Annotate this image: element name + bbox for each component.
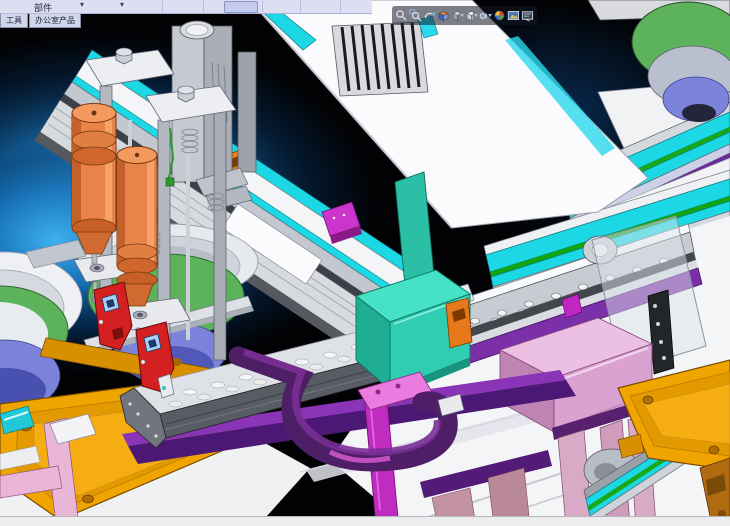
status-bar — [0, 516, 730, 526]
command-tabs: 工具 办公室产品 — [0, 13, 200, 27]
vented-cover[interactable] — [332, 16, 438, 96]
display-style-icon[interactable] — [465, 8, 478, 23]
toolbar-separator — [162, 1, 163, 12]
apply-scene-icon[interactable] — [507, 8, 520, 23]
dropdown-caret[interactable]: ▾ — [120, 0, 124, 9]
tab-office-products[interactable]: 办公室产品 — [29, 13, 81, 28]
toolbar-separator — [203, 1, 204, 12]
toolbar-separator — [340, 1, 341, 12]
section-view-icon[interactable] — [437, 8, 450, 23]
edit-appearance-icon[interactable] — [493, 8, 506, 23]
main-toolbar: 部件 ▾ ▾ — [0, 0, 372, 14]
tab-tools[interactable]: 工具 — [0, 13, 28, 28]
zoom-to-fit-icon[interactable] — [395, 8, 408, 23]
tab-tools-label: 工具 — [6, 16, 22, 25]
chevron-down-icon[interactable] — [474, 14, 478, 17]
hide-show-items-icon[interactable] — [479, 8, 492, 23]
dropdown-caret[interactable]: ▾ — [80, 0, 84, 9]
view-toolbar — [392, 6, 537, 25]
zoom-to-area-icon[interactable] — [409, 8, 422, 23]
cad-application-window: 部件 ▾ ▾ 工具 办公室产品 — [0, 0, 730, 526]
view-settings-icon[interactable] — [521, 8, 534, 23]
active-tool-button[interactable] — [224, 1, 258, 13]
toolbar-separator — [262, 1, 263, 12]
chevron-down-icon[interactable] — [460, 14, 464, 17]
view-orientation-icon[interactable] — [451, 8, 464, 23]
toolbar-separator — [300, 1, 301, 12]
chevron-down-icon[interactable] — [488, 14, 492, 17]
previous-view-icon[interactable] — [423, 8, 436, 23]
cad-3d-viewport[interactable] — [0, 0, 730, 526]
tab-office-products-label: 办公室产品 — [35, 16, 75, 25]
orange-bracket-carriage[interactable] — [446, 298, 472, 348]
